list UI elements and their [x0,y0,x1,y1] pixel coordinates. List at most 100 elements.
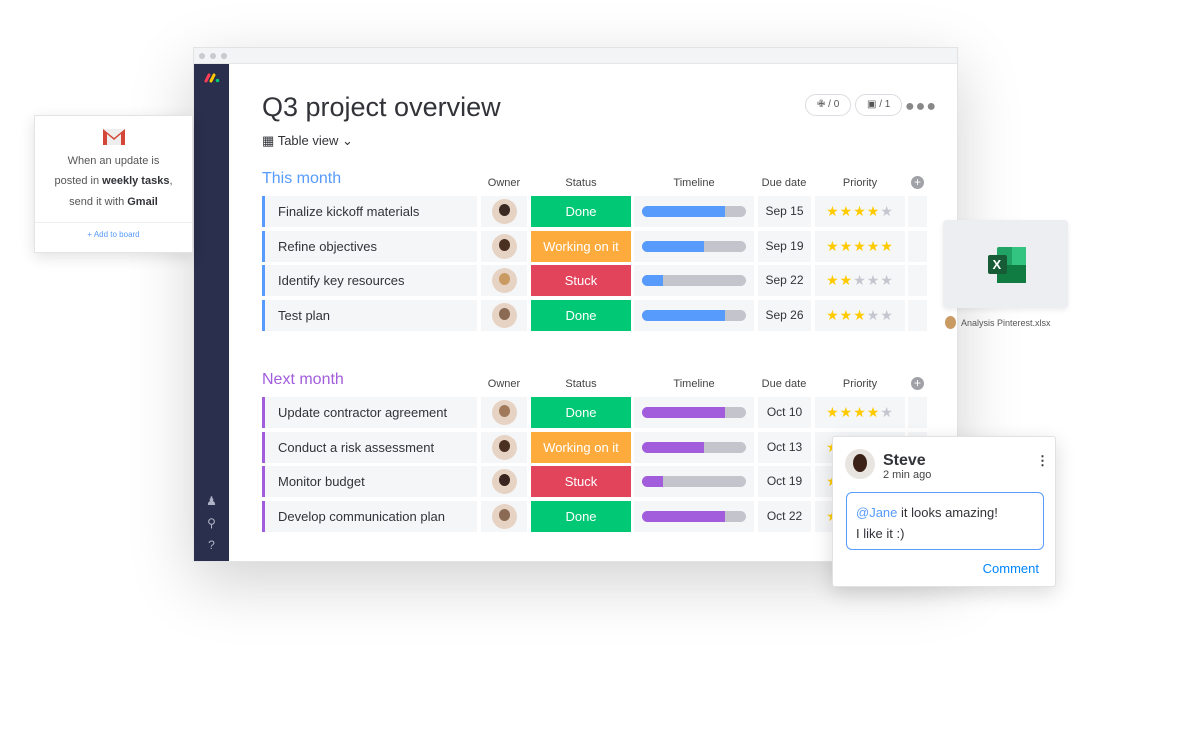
board-link[interactable]: weekly tasks [102,175,169,187]
timeline-cell[interactable] [634,265,754,296]
priority-rating[interactable]: ★★★★★ [815,299,905,331]
item-name[interactable]: Conduct a risk assessment [262,431,477,463]
search-icon[interactable]: ⚲ [194,516,229,530]
window-dot[interactable] [221,53,227,59]
timeline-cell[interactable] [634,431,754,463]
gmail-link[interactable]: Gmail [127,196,158,208]
due-date[interactable]: Oct 13 [758,431,811,463]
timeline-cell[interactable] [634,466,754,497]
star-icon[interactable]: ★ [853,307,867,323]
due-date[interactable]: Sep 15 [758,196,811,227]
owner-cell[interactable] [481,265,527,296]
star-icon[interactable]: ★ [880,272,894,288]
comment-input[interactable]: @Jane it looks amazing! I like it :) [846,492,1044,550]
status-badge[interactable]: Working on it [531,431,631,463]
item-name[interactable]: Monitor budget [262,466,477,497]
comment-button[interactable]: Comment [983,561,1039,576]
priority-rating[interactable]: ★★★★★ [815,397,905,428]
add-to-board-button[interactable]: + Add to board [35,222,192,246]
status-badge[interactable]: Done [531,500,631,532]
due-date[interactable]: Sep 26 [758,299,811,331]
column-header-status[interactable]: Status [531,177,631,189]
mention[interactable]: @Jane [856,505,897,520]
file-preview[interactable]: X [943,220,1068,308]
status-badge[interactable]: Done [531,299,631,331]
owner-cell[interactable] [481,397,527,428]
star-icon[interactable]: ★ [840,307,854,323]
column-header-priority[interactable]: Priority [815,177,905,189]
owner-cell[interactable] [481,196,527,227]
item-name[interactable]: Refine objectives [262,230,477,262]
due-date[interactable]: Sep 19 [758,230,811,262]
timeline-cell[interactable] [634,397,754,428]
item-name[interactable]: Finalize kickoff materials [262,196,477,227]
star-icon[interactable]: ★ [840,272,854,288]
priority-rating[interactable]: ★★★★★ [815,230,905,262]
item-name[interactable]: Update contractor agreement [262,397,477,428]
group-title[interactable]: This month [262,170,341,188]
column-header-owner[interactable]: Owner [481,378,527,390]
add-column-icon[interactable]: + [911,176,924,189]
star-icon[interactable]: ★ [826,238,840,254]
star-icon[interactable]: ★ [867,238,881,254]
star-icon[interactable]: ★ [840,404,854,420]
status-badge[interactable]: Working on it [531,230,631,262]
star-icon[interactable]: ★ [880,307,894,323]
item-name[interactable]: Test plan [262,299,477,331]
window-dot[interactable] [199,53,205,59]
column-header-owner[interactable]: Owner [481,177,527,189]
due-date[interactable]: Oct 10 [758,397,811,428]
group-title[interactable]: Next month [262,371,344,389]
owner-cell[interactable] [481,230,527,262]
star-icon[interactable]: ★ [826,307,840,323]
column-header-priority[interactable]: Priority [815,378,905,390]
view-selector[interactable]: ▦ Table view ⌄ [262,133,353,149]
due-date[interactable]: Oct 19 [758,466,811,497]
window-dot[interactable] [210,53,216,59]
star-icon[interactable]: ★ [867,272,881,288]
star-icon[interactable]: ★ [853,238,867,254]
item-name[interactable]: Identify key resources [262,265,477,296]
star-icon[interactable]: ★ [880,203,894,219]
star-icon[interactable]: ★ [840,203,854,219]
owner-cell[interactable] [481,299,527,331]
star-icon[interactable]: ★ [867,307,881,323]
status-badge[interactable]: Done [531,397,631,428]
star-icon[interactable]: ★ [826,272,840,288]
column-header-due[interactable]: Due date [758,177,810,189]
star-icon[interactable]: ★ [867,203,881,219]
due-date[interactable]: Sep 22 [758,265,811,296]
owner-cell[interactable] [481,431,527,463]
add-column-icon[interactable]: + [911,377,924,390]
star-icon[interactable]: ★ [853,404,867,420]
star-icon[interactable]: ★ [880,238,894,254]
due-date[interactable]: Oct 22 [758,500,811,532]
timeline-cell[interactable] [634,196,754,227]
item-name[interactable]: Develop communication plan [262,500,477,532]
star-icon[interactable]: ★ [880,404,894,420]
column-header-timeline[interactable]: Timeline [634,177,754,189]
automations-button[interactable]: ▣ / 1 [855,94,903,116]
timeline-cell[interactable] [634,500,754,532]
column-header-due[interactable]: Due date [758,378,810,390]
more-vertical-icon[interactable]: ⋮ [1036,453,1049,469]
more-options-icon[interactable]: ●●● [905,98,937,116]
status-badge[interactable]: Done [531,196,631,227]
integrations-button[interactable]: ✙ / 0 [805,94,852,116]
status-badge[interactable]: Stuck [531,466,631,497]
star-icon[interactable]: ★ [853,203,867,219]
timeline-cell[interactable] [634,299,754,331]
star-icon[interactable]: ★ [853,272,867,288]
priority-rating[interactable]: ★★★★★ [815,196,905,227]
column-header-timeline[interactable]: Timeline [634,378,754,390]
owner-cell[interactable] [481,500,527,532]
monday-logo-icon[interactable] [204,73,220,83]
invite-user-icon[interactable]: ♟ [194,494,229,508]
timeline-cell[interactable] [634,230,754,262]
status-badge[interactable]: Stuck [531,265,631,296]
star-icon[interactable]: ★ [867,404,881,420]
owner-cell[interactable] [481,466,527,497]
file-name[interactable]: Analysis Pinterest.xlsx [961,318,1051,328]
star-icon[interactable]: ★ [826,404,840,420]
star-icon[interactable]: ★ [840,238,854,254]
